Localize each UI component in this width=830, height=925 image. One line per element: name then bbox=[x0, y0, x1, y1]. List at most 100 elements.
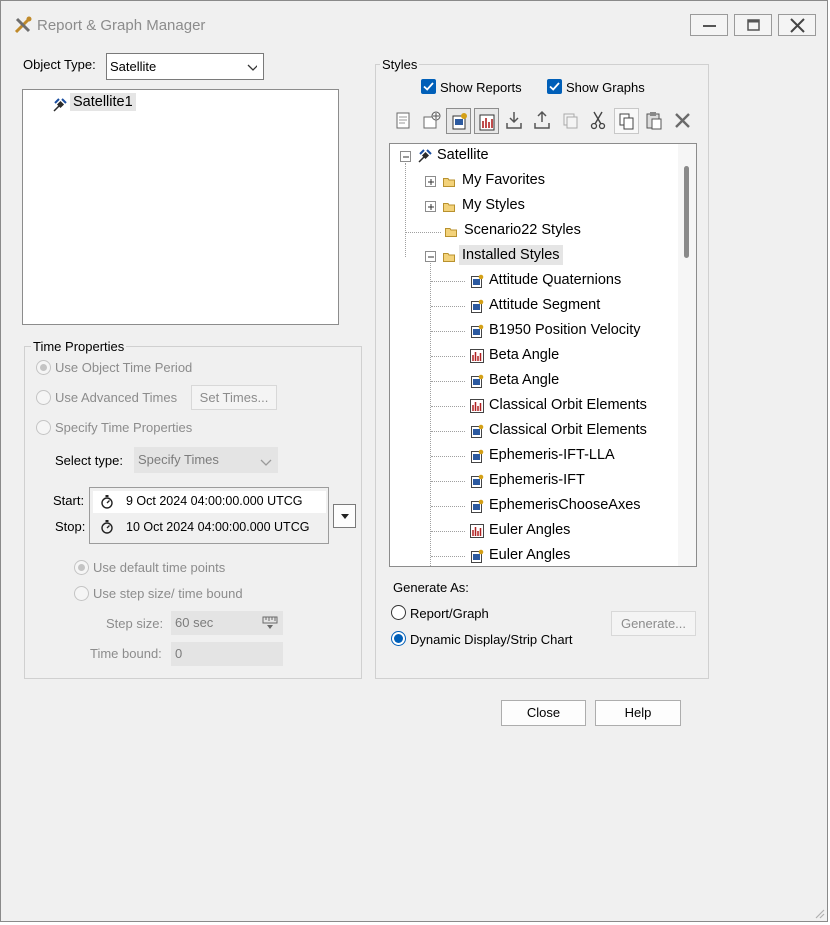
graph-properties-icon bbox=[479, 114, 495, 131]
tree-connector bbox=[431, 356, 465, 357]
new-graph-wizard-button[interactable] bbox=[419, 108, 444, 134]
close-button[interactable]: Close bbox=[501, 700, 586, 726]
object-type-combo[interactable]: Satellite bbox=[106, 53, 264, 80]
object-type-value: Satellite bbox=[110, 59, 157, 74]
properties-button[interactable] bbox=[446, 108, 471, 134]
collapse-icon[interactable] bbox=[400, 151, 411, 162]
properties-icon bbox=[452, 113, 467, 130]
report-graph-radio[interactable] bbox=[391, 605, 406, 620]
new-report-button[interactable] bbox=[391, 108, 416, 134]
use-step-size-radio[interactable] bbox=[74, 586, 89, 601]
specify-time-properties-radio[interactable] bbox=[36, 420, 51, 435]
stop-label: Stop: bbox=[55, 519, 86, 534]
show-graphs-checkbox[interactable] bbox=[547, 79, 562, 94]
graph-style-icon bbox=[470, 349, 484, 363]
folder-label: Scenario22 Styles bbox=[464, 222, 581, 238]
stop-time-field[interactable]: 10 Oct 2024 04:00:00.000 UTCG bbox=[93, 516, 326, 538]
dynamic-display-radio[interactable] bbox=[391, 631, 406, 646]
report-graph-label: Report/Graph bbox=[410, 606, 489, 621]
time-bound-field[interactable]: 0 bbox=[171, 642, 283, 666]
tree-style-item[interactable]: Ephemeris-IFT bbox=[390, 469, 680, 493]
use-default-time-points-radio[interactable] bbox=[74, 560, 89, 575]
folder-label: My Styles bbox=[462, 197, 525, 213]
paste-button[interactable] bbox=[642, 108, 667, 134]
tree-node-root[interactable]: Satellite bbox=[390, 144, 680, 168]
tree-style-item[interactable]: Beta Angle bbox=[390, 344, 680, 368]
start-time-field[interactable]: 9 Oct 2024 04:00:00.000 UTCG bbox=[93, 491, 326, 513]
copy-button[interactable] bbox=[614, 108, 639, 134]
delete-icon bbox=[675, 113, 690, 128]
tree-folder-scenario-styles[interactable]: Scenario22 Styles bbox=[390, 219, 680, 243]
tree-scrollbar[interactable] bbox=[678, 144, 696, 566]
tree-style-item[interactable]: Euler Angles bbox=[390, 519, 680, 543]
duplicate-button[interactable] bbox=[558, 108, 583, 134]
use-default-time-points-label: Use default time points bbox=[93, 560, 226, 575]
tree-connector bbox=[431, 531, 465, 532]
time-options-dropdown-button[interactable] bbox=[333, 504, 356, 528]
import-icon bbox=[506, 112, 522, 129]
folder-icon bbox=[445, 228, 457, 237]
tree-style-label: Attitude Quaternions bbox=[489, 272, 622, 288]
tree-connector bbox=[431, 481, 465, 482]
tree-style-item[interactable]: B1950 Position Velocity bbox=[390, 319, 680, 343]
report-style-icon bbox=[471, 499, 484, 513]
tree-connector bbox=[431, 406, 465, 407]
delete-button[interactable] bbox=[670, 108, 695, 134]
tree-style-label: Attitude Segment bbox=[489, 297, 601, 313]
folder-label: My Favorites bbox=[462, 172, 545, 188]
title-bar[interactable]: Report & Graph Manager bbox=[1, 1, 827, 49]
select-type-combo[interactable]: Specify Times bbox=[134, 447, 278, 473]
styles-tree[interactable]: Satellite My Favorites My Styles Scenari… bbox=[389, 143, 697, 567]
satellite-icon bbox=[418, 149, 432, 163]
tree-connector bbox=[431, 556, 465, 557]
close-window-button[interactable] bbox=[778, 14, 816, 36]
tree-style-label: Ephemeris-IFT bbox=[489, 472, 585, 488]
tree-connector bbox=[431, 281, 465, 282]
graph-properties-button[interactable] bbox=[474, 108, 499, 134]
tree-folder-my-favorites[interactable]: My Favorites bbox=[390, 169, 680, 193]
tree-style-item[interactable]: EphemerisChooseAxes bbox=[390, 494, 680, 518]
stopwatch-icon bbox=[101, 520, 113, 534]
show-graphs-label: Show Graphs bbox=[566, 80, 645, 95]
time-bound-value: 0 bbox=[175, 646, 183, 661]
tree-style-item[interactable]: Classical Orbit Elements bbox=[390, 394, 680, 418]
maximize-button[interactable] bbox=[734, 14, 772, 36]
folder-icon bbox=[443, 203, 455, 212]
tree-style-item[interactable]: Attitude Segment bbox=[390, 294, 680, 318]
minimize-button[interactable] bbox=[690, 14, 728, 36]
tree-folder-my-styles[interactable]: My Styles bbox=[390, 194, 680, 218]
tree-style-label: Euler Angles bbox=[489, 547, 571, 563]
use-advanced-times-radio[interactable] bbox=[36, 390, 51, 405]
use-object-time-radio[interactable] bbox=[36, 360, 51, 375]
show-reports-checkbox[interactable] bbox=[421, 79, 436, 94]
dynamic-display-label: Dynamic Display/Strip Chart bbox=[410, 632, 573, 647]
object-list[interactable]: Satellite1 bbox=[22, 89, 339, 325]
generate-button[interactable]: Generate... bbox=[611, 611, 696, 636]
resize-grip-icon[interactable] bbox=[813, 907, 825, 919]
list-item[interactable]: Satellite1 bbox=[48, 93, 288, 115]
tree-scrollbar-thumb[interactable] bbox=[684, 166, 689, 258]
set-times-button[interactable]: Set Times... bbox=[191, 385, 277, 410]
report-style-icon bbox=[471, 549, 484, 563]
checkmark-icon bbox=[549, 82, 560, 91]
tree-style-item[interactable]: Euler Angles bbox=[390, 544, 680, 566]
report-graph-manager-window: Report & Graph Manager Object Type: Sate… bbox=[0, 0, 828, 922]
tree-style-item[interactable]: Classical Orbit Elements bbox=[390, 419, 680, 443]
tree-connector bbox=[431, 506, 465, 507]
help-button[interactable]: Help bbox=[595, 700, 681, 726]
new-report-icon bbox=[396, 112, 410, 129]
collapse-icon[interactable] bbox=[425, 251, 436, 262]
tree-style-item[interactable]: Attitude Quaternions bbox=[390, 269, 680, 293]
tree-style-item[interactable]: Beta Angle bbox=[390, 369, 680, 393]
step-size-field[interactable]: 60 sec bbox=[171, 611, 283, 635]
generate-as-label: Generate As: bbox=[393, 580, 469, 595]
tree-folder-installed-styles[interactable]: Installed Styles bbox=[390, 244, 680, 268]
tree-style-item[interactable]: Ephemeris-IFT-LLA bbox=[390, 444, 680, 468]
import-button[interactable] bbox=[502, 108, 527, 134]
tree-style-label: B1950 Position Velocity bbox=[489, 322, 641, 338]
expand-icon[interactable] bbox=[425, 201, 436, 212]
expand-icon[interactable] bbox=[425, 176, 436, 187]
export-button[interactable] bbox=[530, 108, 555, 134]
report-style-icon bbox=[471, 299, 484, 313]
cut-button[interactable] bbox=[586, 108, 611, 134]
